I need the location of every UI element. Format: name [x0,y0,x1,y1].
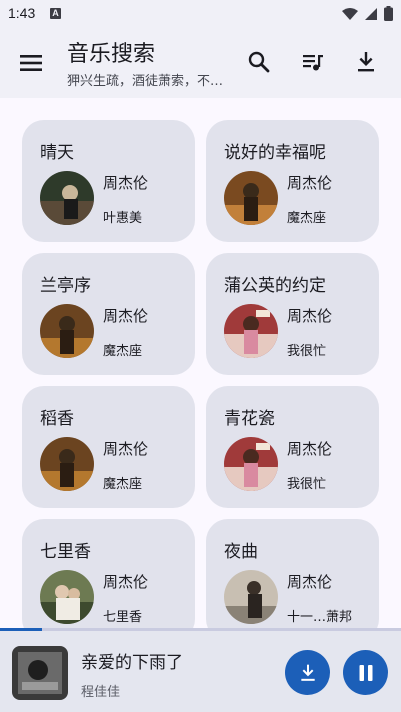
song-album: 我很忙 [287,477,327,492]
menu-icon[interactable] [18,50,44,76]
album-cover [224,437,278,491]
song-card[interactable]: 稻香 周杰伦 魔杰座 [22,386,195,508]
battery-icon [384,6,393,21]
status-time: 1:43 [8,5,36,21]
song-artist: 周杰伦 [103,174,149,192]
song-artist: 周杰伦 [103,573,149,591]
song-artist: 周杰伦 [287,573,333,591]
song-grid: 晴天 周杰伦 叶惠美 说好的幸福呢 周杰伦 魔杰座 兰亭序 周杰伦 魔杰座 蒲公… [22,120,379,628]
song-title: 夜曲 [224,542,258,562]
app-bar: 音乐搜索 狎兴生疏，酒徒萧索，不… [0,28,401,98]
album-cover [224,171,278,225]
now-playing-title: 亲爱的下雨了 [81,653,183,673]
song-card[interactable]: 晴天 周杰伦 叶惠美 [22,120,195,242]
download-button[interactable] [285,650,330,695]
song-card[interactable]: 夜曲 周杰伦 十一…萧邦 [206,519,379,628]
song-title: 七里香 [40,542,91,562]
song-title: 兰亭序 [40,276,91,296]
download-icon [358,52,374,72]
album-cover [40,171,94,225]
search-button[interactable] [245,48,273,76]
song-title: 晴天 [40,143,74,163]
pause-icon [359,664,372,681]
album-cover [40,570,94,624]
status-icons [342,6,393,21]
song-card[interactable]: 兰亭序 周杰伦 魔杰座 [22,253,195,375]
song-artist: 周杰伦 [103,307,149,325]
song-album: 我很忙 [287,344,327,359]
song-title: 青花瓷 [224,409,275,429]
song-album: 魔杰座 [287,211,327,226]
now-playing-bar[interactable]: 亲爱的下雨了 程佳佳 [0,628,401,712]
song-card[interactable]: 说好的幸福呢 周杰伦 魔杰座 [206,120,379,242]
song-album: 七里香 [103,610,143,625]
download-list-button[interactable] [352,48,380,76]
notification-icon: A [50,8,61,19]
album-cover [40,304,94,358]
song-album: 十一…萧邦 [287,610,353,625]
download-icon [300,664,315,681]
song-title: 说好的幸福呢 [224,143,326,163]
now-playing-cover [12,646,68,700]
album-cover [40,437,94,491]
song-album: 魔杰座 [103,344,143,359]
page-title: 音乐搜索 [67,42,156,67]
song-card[interactable]: 蒲公英的约定 周杰伦 我很忙 [206,253,379,375]
playback-progress-fill [0,628,43,631]
search-icon [248,51,270,73]
song-artist: 周杰伦 [287,440,333,458]
status-bar: 1:43 A [0,0,401,28]
playback-progress[interactable] [0,628,401,631]
song-title: 蒲公英的约定 [224,276,326,296]
song-card[interactable]: 青花瓷 周杰伦 我很忙 [206,386,379,508]
song-album: 魔杰座 [103,477,143,492]
signal-icon [365,7,377,20]
song-artist: 周杰伦 [287,307,333,325]
wifi-icon [342,7,358,20]
album-cover [224,570,278,624]
song-card[interactable]: 七里香 周杰伦 七里香 [22,519,195,628]
song-title: 稻香 [40,409,74,429]
song-artist: 周杰伦 [287,174,333,192]
album-cover [224,304,278,358]
playlist-icon [303,55,323,71]
now-playing-artist: 程佳佳 [81,685,121,700]
song-album: 叶惠美 [103,211,143,226]
song-artist: 周杰伦 [103,440,149,458]
pause-button[interactable] [343,650,388,695]
playlist-button[interactable] [299,48,327,76]
page-subtitle: 狎兴生疏，酒徒萧索，不… [67,74,224,89]
